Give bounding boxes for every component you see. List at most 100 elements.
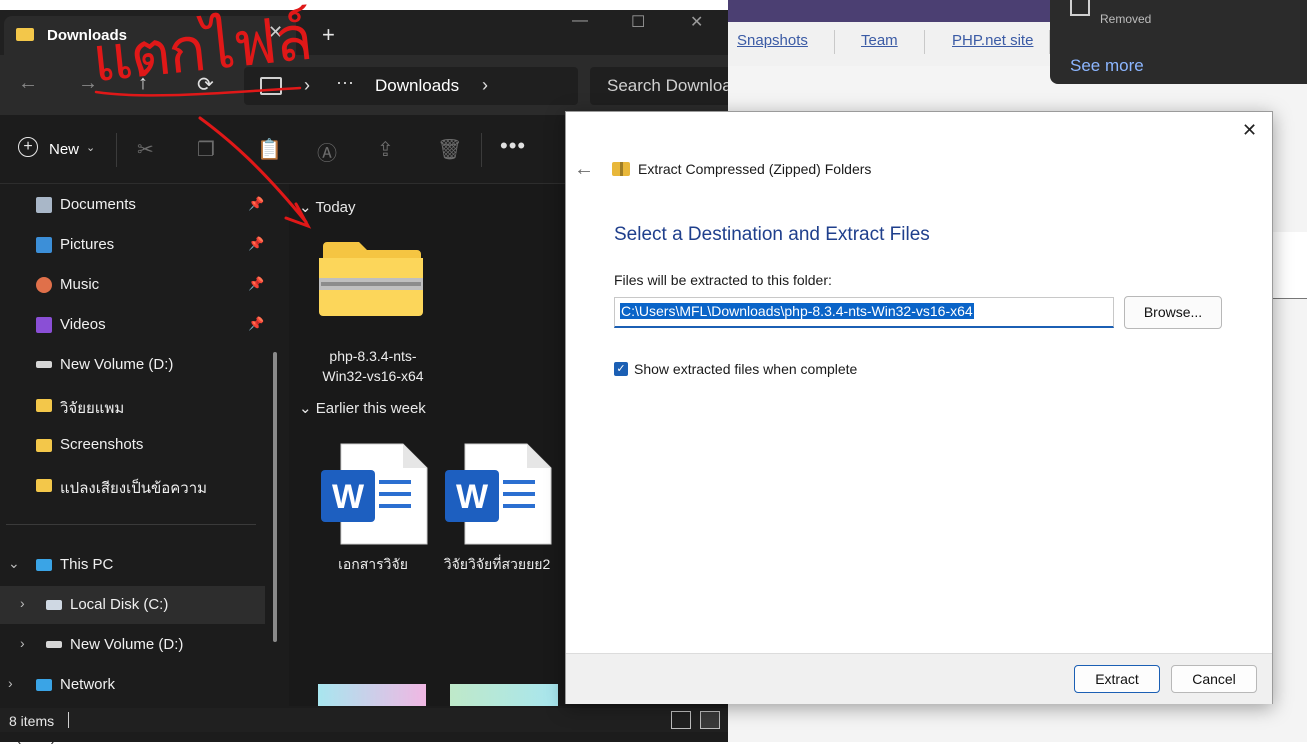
sidebar-item-documents[interactable]: Documents 📌 xyxy=(0,186,265,224)
sidebar-item-label: Network xyxy=(60,676,116,693)
nav-divider xyxy=(924,30,925,54)
folder-icon xyxy=(36,479,52,492)
sidebar-item-network[interactable]: › Network xyxy=(0,666,265,704)
forward-button[interactable]: → xyxy=(78,72,98,95)
show-files-checkbox[interactable]: ✓ xyxy=(614,362,628,376)
window-close-button[interactable]: ✕ xyxy=(690,12,703,32)
sidebar-item-new-volume-d[interactable]: › New Volume (D:) xyxy=(0,626,265,664)
chevron-down-icon: ⌄ xyxy=(299,400,312,417)
word-file-item[interactable]: W วิจัยวิจัยที่สวยยย2 xyxy=(435,440,559,580)
sidebar-scrollbar[interactable] xyxy=(273,352,277,642)
pin-icon: 📌 xyxy=(248,316,265,331)
chevron-right-icon[interactable]: › xyxy=(20,635,25,651)
svg-text:W: W xyxy=(456,478,489,516)
sidebar-item-new-volume[interactable]: New Volume (D:) xyxy=(0,346,265,384)
destination-label: Files will be extracted to this folder: xyxy=(614,272,832,288)
breadcrumb-current[interactable]: Downloads xyxy=(375,76,459,96)
sidebar-item-screenshots[interactable]: Screenshots xyxy=(0,426,265,464)
file-icon xyxy=(1070,0,1090,16)
toolbar-divider xyxy=(481,133,482,167)
word-document-icon: W xyxy=(321,443,428,545)
chevron-down-icon: ⌄ xyxy=(86,142,96,154)
music-icon xyxy=(36,277,52,293)
address-bar[interactable]: › ··· Downloads › xyxy=(244,67,578,105)
share-icon[interactable]: ⇪ xyxy=(377,137,394,162)
image-thumbnail[interactable] xyxy=(450,684,558,706)
php-net-site-link[interactable]: PHP.net site xyxy=(952,32,1033,49)
new-button[interactable]: + New ⌄ xyxy=(14,135,104,165)
windows-drive-icon xyxy=(46,600,62,610)
destination-path-value[interactable]: C:\Users\MFL\Downloads\php-8.3.4-nts-Win… xyxy=(620,303,974,319)
word-file-item[interactable]: W เอกสารวิจัย xyxy=(311,440,435,580)
breadcrumb-more-button[interactable]: ··· xyxy=(336,72,354,93)
team-link[interactable]: Team xyxy=(861,32,898,49)
drive-icon xyxy=(36,361,52,368)
sidebar-item-music[interactable]: Music 📌 xyxy=(0,266,265,304)
chevron-right-icon[interactable]: › xyxy=(304,75,310,96)
details-view-button[interactable] xyxy=(671,711,691,729)
chevron-right-icon[interactable]: › xyxy=(482,75,488,96)
item-count: 8 items xyxy=(9,713,55,729)
dialog-title: Extract Compressed (Zipped) Folders xyxy=(638,161,872,177)
back-button[interactable]: ← xyxy=(18,72,38,95)
copy-icon[interactable]: ❐ xyxy=(197,137,215,162)
tab-close-icon[interactable]: ✕ xyxy=(268,22,283,43)
sidebar-item-research-folder[interactable]: วิจัยยแพม xyxy=(0,386,265,424)
extract-button[interactable]: Extract xyxy=(1074,665,1160,693)
maximize-button[interactable]: ☐ xyxy=(631,12,645,32)
cancel-button[interactable]: Cancel xyxy=(1171,665,1257,693)
up-button[interactable]: ↑ xyxy=(138,72,148,95)
status-divider xyxy=(68,712,69,728)
see-more-link[interactable]: See more xyxy=(1070,56,1144,76)
dialog-close-icon[interactable]: ✕ xyxy=(1242,120,1257,141)
large-icons-view-button[interactable] xyxy=(700,711,720,729)
search-input[interactable]: Search Downloads xyxy=(607,76,728,96)
chevron-right-icon[interactable]: › xyxy=(20,595,25,611)
snapshots-link[interactable]: Snapshots xyxy=(737,32,808,49)
sidebar-item-speech-to-text[interactable]: แปลงเสียงเป็นข้อความ xyxy=(0,466,265,504)
file-name: เอกสารวิจัย xyxy=(338,556,408,572)
extract-dialog: ✕ ← Extract Compressed (Zipped) Folders … xyxy=(565,111,1273,704)
pictures-icon xyxy=(36,237,52,253)
folder-icon xyxy=(36,399,52,412)
computer-icon xyxy=(36,559,52,571)
folder-icon xyxy=(16,28,34,41)
group-header-earlier-this-week[interactable]: ⌄ Earlier this week xyxy=(299,399,426,417)
more-options-button[interactable]: ••• xyxy=(500,133,526,159)
chevron-down-icon[interactable]: ⌄ xyxy=(8,555,20,572)
plus-icon: + xyxy=(18,137,38,157)
dialog-back-button[interactable]: ← xyxy=(574,158,594,181)
browse-button[interactable]: Browse... xyxy=(1124,296,1222,329)
new-tab-button[interactable]: + xyxy=(322,24,335,46)
network-icon xyxy=(36,679,52,691)
search-box[interactable]: Search Downloads xyxy=(590,67,728,105)
svg-text:W: W xyxy=(332,478,365,516)
tab-downloads[interactable]: Downloads ✕ xyxy=(4,16,296,55)
sidebar-item-this-pc[interactable]: ⌄ This PC xyxy=(0,546,265,584)
group-header-today[interactable]: ⌄ Today xyxy=(299,198,356,216)
sidebar-item-local-disk[interactable]: › Local Disk (C:) xyxy=(0,586,265,624)
refresh-button[interactable]: ⟳ xyxy=(197,72,214,97)
image-thumbnail[interactable] xyxy=(318,684,426,706)
destination-path-field[interactable]: C:\Users\MFL\Downloads\php-8.3.4-nts-Win… xyxy=(614,297,1114,328)
minimize-button[interactable]: — xyxy=(572,12,588,30)
delete-icon[interactable]: 🗑 xyxy=(437,137,462,162)
chevron-right-icon[interactable]: › xyxy=(8,675,13,691)
pin-icon: 📌 xyxy=(248,196,265,211)
sidebar-item-pictures[interactable]: Pictures 📌 xyxy=(0,226,265,264)
sidebar-item-label: Screenshots xyxy=(60,436,144,453)
cut-icon[interactable]: ✂ xyxy=(137,137,154,162)
toast-status: Removed xyxy=(1100,12,1152,26)
drive-icon xyxy=(46,641,62,648)
zip-file-item[interactable]: php-8.3.4-nts-Win32-vs16-x64 xyxy=(311,234,435,384)
sidebar-item-label: Music xyxy=(60,276,100,293)
zip-folder-icon xyxy=(319,242,423,316)
status-bar: 8 items xyxy=(0,708,728,732)
browser-side-panel xyxy=(1272,232,1307,299)
file-name: วิจัยวิจัยที่สวยยย2 xyxy=(443,556,551,572)
rename-icon[interactable]: Ⓐ xyxy=(317,137,337,166)
sidebar-item-videos[interactable]: Videos 📌 xyxy=(0,306,265,344)
show-files-checkbox-label[interactable]: Show extracted files when complete xyxy=(634,361,857,377)
paste-icon[interactable]: 📋 xyxy=(257,137,282,162)
download-toast: Removed See more xyxy=(1050,0,1307,84)
